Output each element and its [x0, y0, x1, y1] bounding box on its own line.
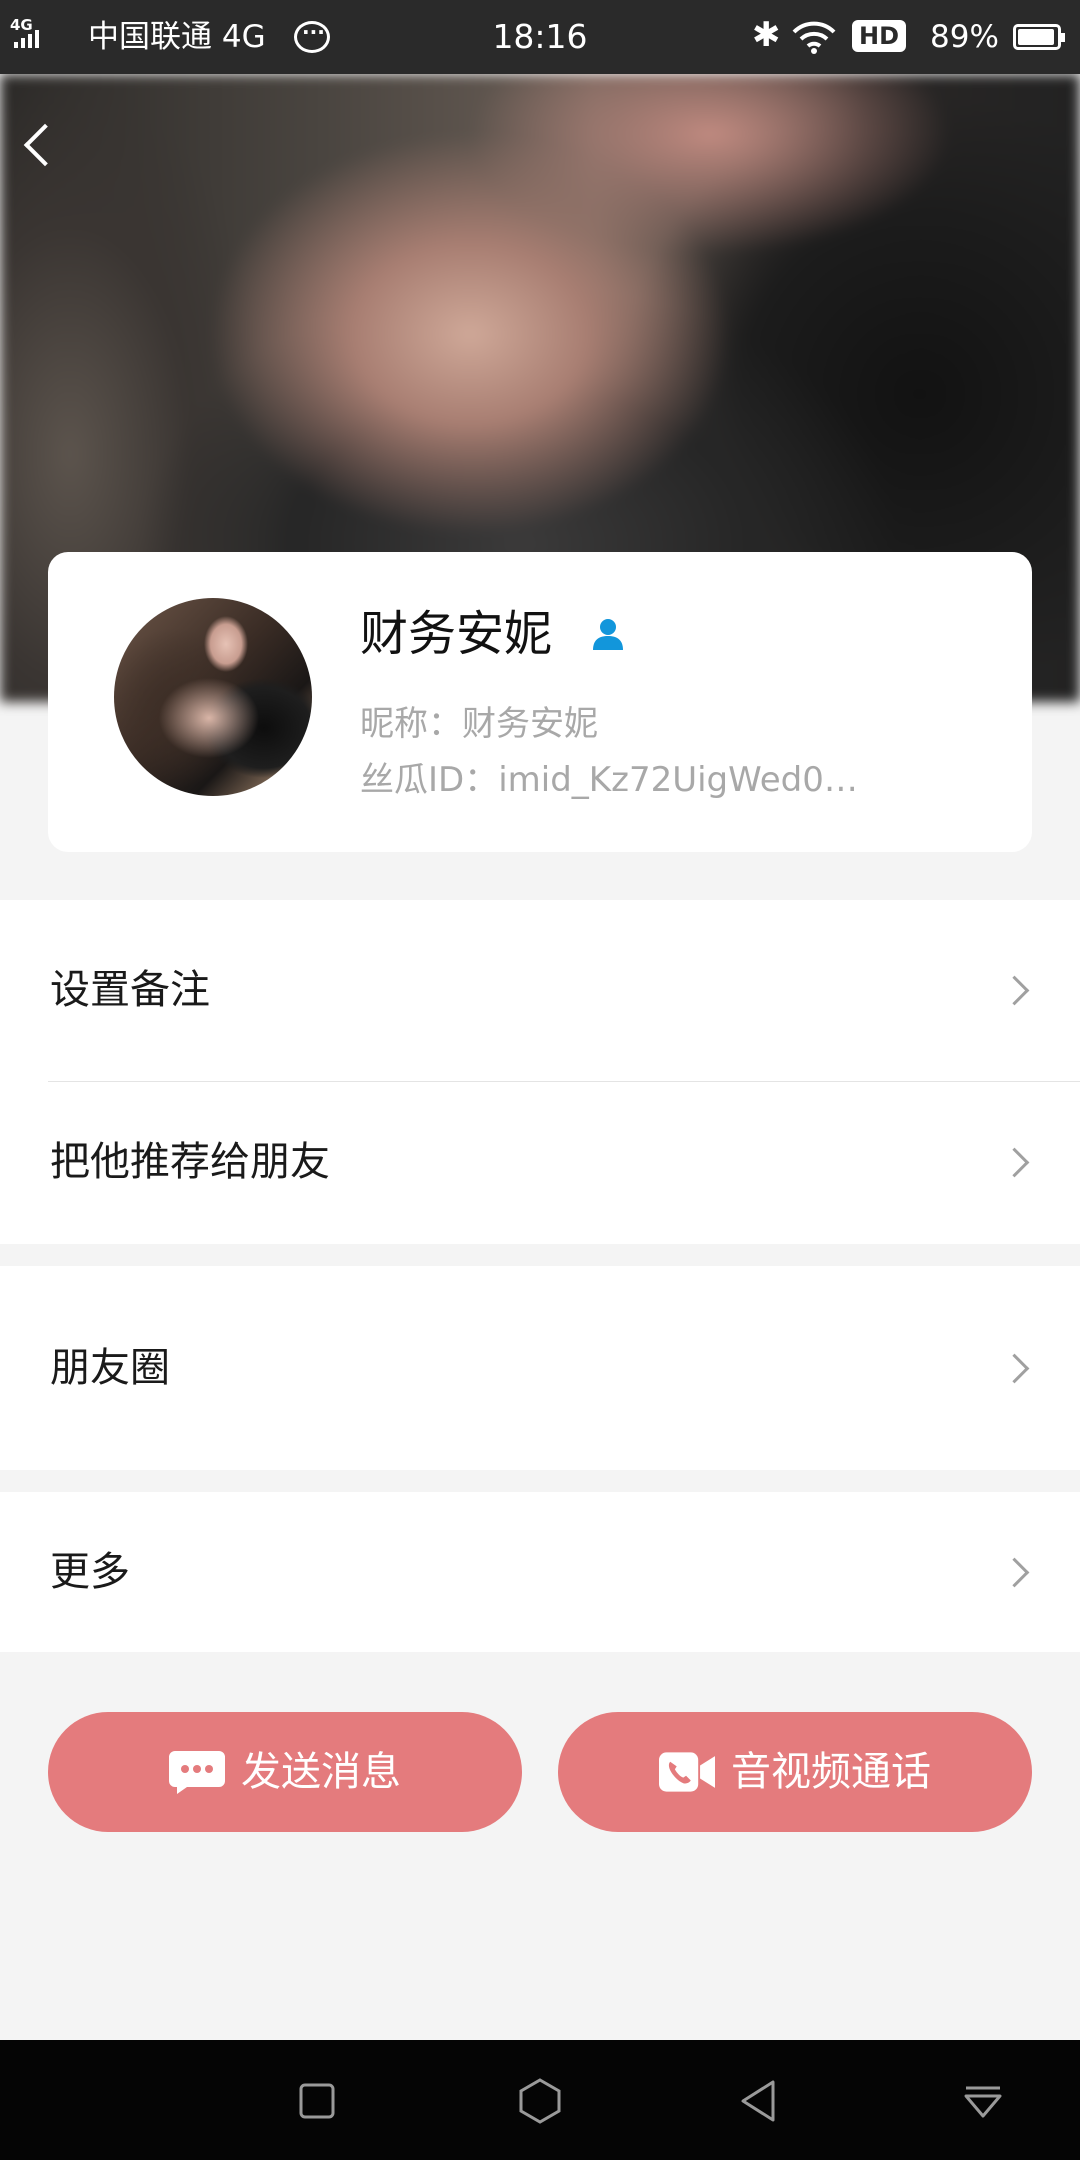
moments-row[interactable]: 朋友圈 [0, 1266, 1080, 1470]
battery-percent: 89% [930, 19, 999, 55]
more-label: 更多 [50, 1549, 130, 1595]
chevron-right-icon [1004, 1558, 1030, 1584]
send-message-button[interactable]: 发送消息 [48, 1712, 522, 1832]
hd-badge: HD [852, 20, 906, 52]
recommend-label: 把他推荐给朋友 [50, 1139, 330, 1185]
chevron-right-icon [1004, 976, 1030, 1002]
av-call-label: 音视频通话 [731, 1749, 931, 1795]
chevron-right-icon [1004, 1354, 1030, 1380]
moments-label: 朋友圈 [50, 1345, 170, 1391]
more-section: 更多 [0, 1492, 1080, 1652]
hexagon-icon[interactable] [515, 2076, 565, 2126]
bluetooth-icon: ✱ [752, 15, 781, 55]
dropdown-icon[interactable] [958, 2076, 1008, 2126]
message-icon [169, 1751, 225, 1794]
more-row[interactable]: 更多 [0, 1492, 1080, 1652]
profile-card: 财务安妮 昵称：财务安妮 丝瓜ID：imid_Kz72UigWed0… [48, 552, 1032, 852]
square-icon[interactable] [292, 2076, 342, 2126]
send-message-label: 发送消息 [241, 1749, 401, 1795]
nickname-line: 昵称：财务安妮 [360, 704, 598, 744]
navigation-bar [0, 2040, 1080, 2160]
moments-section: 朋友圈 [0, 1266, 1080, 1470]
back-arrow-icon[interactable] [14, 116, 64, 176]
wifi-icon [792, 21, 836, 54]
chevron-right-icon [1004, 1148, 1030, 1174]
user-id-line: 丝瓜ID：imid_Kz72UigWed0… [360, 760, 858, 800]
settings-section: 设置备注 把他推荐给朋友 [0, 900, 1080, 1244]
clock: 18:16 [492, 17, 588, 56]
recommend-row[interactable]: 把他推荐给朋友 [0, 1080, 1080, 1243]
av-call-button[interactable]: 音视频通话 [558, 1712, 1032, 1832]
set-remark-label: 设置备注 [50, 967, 210, 1013]
person-icon [593, 619, 623, 650]
triangle-back-icon[interactable] [735, 2076, 785, 2126]
battery-icon [1013, 24, 1065, 50]
status-bar: 4G 中国联通 4G 18:16 ✱ HD 89% [0, 0, 1080, 74]
profile-name: 财务安妮 [360, 606, 553, 662]
avatar[interactable] [114, 598, 312, 796]
set-remark-row[interactable]: 设置备注 [0, 900, 1080, 1080]
video-call-icon [659, 1752, 715, 1792]
